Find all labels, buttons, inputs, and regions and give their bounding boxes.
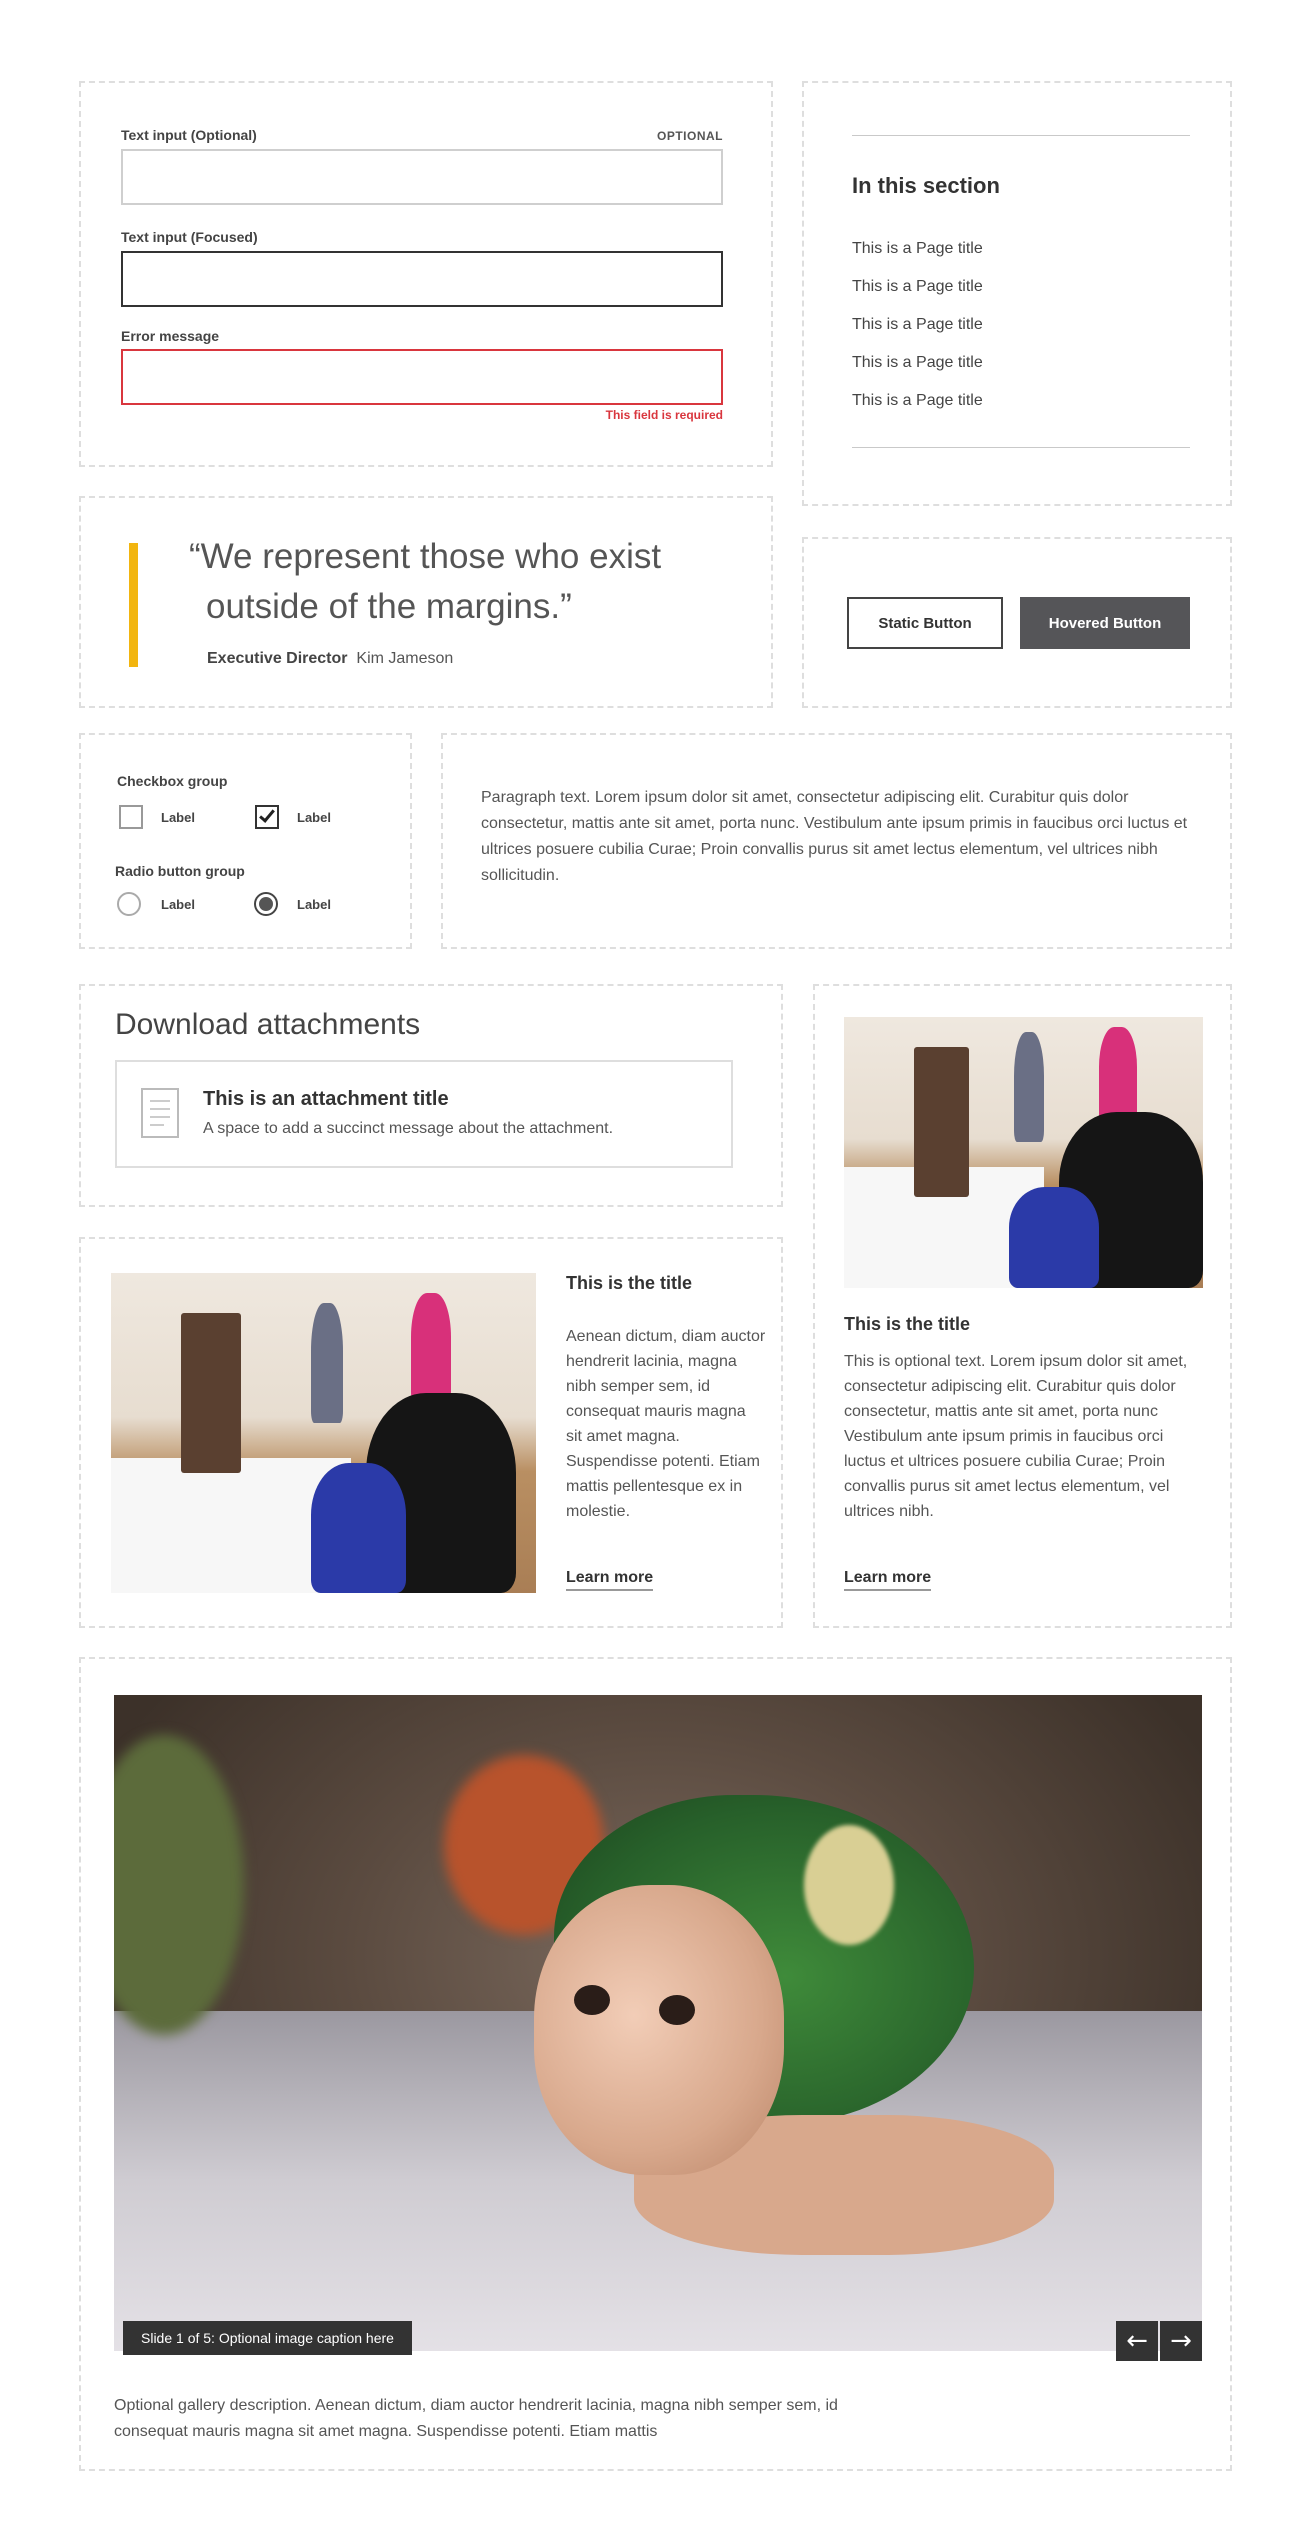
checkbox-group-title: Checkbox group [117, 773, 228, 789]
gallery-description: Optional gallery description. Aenean dic… [114, 2397, 838, 2440]
section-nav-link[interactable]: This is a Page title [852, 316, 983, 334]
paragraph-card: Paragraph text. Lorem ipsum dolor sit am… [441, 733, 1232, 949]
next-slide-button[interactable]: → [1160, 2321, 1202, 2361]
gallery-photo [844, 1017, 1203, 1288]
quote-card: “We represent those who exist outside of… [79, 496, 773, 708]
checkbox-label: Label [297, 810, 331, 825]
quote-text-line-2: outside of the margins.” [206, 587, 572, 626]
checkmark-icon [259, 806, 275, 823]
optional-tag: OPTIONAL [657, 129, 723, 143]
optional-text-input[interactable] [121, 149, 723, 205]
arrow-right-icon: → [1170, 2326, 1192, 2356]
learn-more-link[interactable]: Learn more [844, 1569, 932, 1591]
attachment-item[interactable]: This is an attachment title A space to a… [115, 1060, 733, 1168]
focused-input-label: Text input (Focused) [121, 229, 258, 245]
focused-input-label-row: Text input (Focused) [121, 229, 723, 245]
learn-more-link[interactable]: Learn more [566, 1569, 654, 1591]
download-title: Download attachments [115, 1008, 421, 1041]
gallery-card: Slide 1 of 5: Optional image caption her… [79, 1657, 1232, 2471]
arrow-left-icon: ← [1126, 2326, 1148, 2356]
section-nav-link[interactable]: This is a Page title [852, 240, 983, 258]
radio-label: Label [297, 897, 331, 912]
content-card-horizontal: This is the title Aenean dictum, diam au… [79, 1237, 783, 1628]
card-title: This is the title [844, 1314, 971, 1334]
quote-attribution: Executive Director Kim Jameson [207, 650, 453, 668]
optional-input-label: Text input (Optional) [121, 127, 257, 143]
radio-selected[interactable] [254, 892, 278, 916]
form-card: Text input (Optional) OPTIONAL Text inpu… [79, 81, 773, 467]
download-card: Download attachments This is an attachme… [79, 984, 783, 1207]
gallery-photo [111, 1273, 536, 1593]
quote-role: Executive Director [207, 650, 348, 667]
optional-input-label-row: Text input (Optional) OPTIONAL [121, 127, 723, 143]
checkbox-unchecked[interactable] [119, 805, 143, 829]
quote-author: Kim Jameson [356, 650, 454, 667]
checkbox-checked[interactable] [255, 805, 279, 829]
radio-group-title: Radio button group [115, 863, 245, 879]
slide-caption: Slide 1 of 5: Optional image caption her… [123, 2321, 412, 2355]
checkbox-label: Label [161, 810, 195, 825]
static-button[interactable]: Static Button [847, 597, 1003, 649]
error-input-label: Error message [121, 328, 220, 344]
document-icon [141, 1088, 179, 1138]
card-text: Aenean dictum, diam auctor hendrerit lac… [566, 1328, 766, 1520]
paragraph-text: Paragraph text. Lorem ipsum dolor sit am… [481, 789, 1188, 884]
radio-dot-icon [259, 897, 273, 911]
quote-accent-bar [129, 543, 138, 667]
error-message: This field is required [605, 408, 723, 422]
card-title: This is the title [566, 1273, 693, 1293]
section-nav-link[interactable]: This is a Page title [852, 354, 983, 372]
radio-unselected[interactable] [117, 892, 141, 916]
error-text-input[interactable] [121, 349, 723, 405]
attachment-description: A space to add a succinct message about … [203, 1120, 614, 1137]
quote-text-line-1: “We represent those who exist [189, 537, 662, 576]
attachment-title: This is an attachment title [203, 1088, 449, 1110]
section-bottom-divider [852, 447, 1190, 448]
section-nav-link[interactable]: This is a Page title [852, 392, 983, 410]
error-input-label-row: Error message [121, 328, 723, 344]
content-card-vertical: This is the title This is optional text.… [813, 984, 1232, 1628]
card-text: This is optional text. Lorem ipsum dolor… [844, 1353, 1188, 1520]
section-top-divider [852, 135, 1190, 136]
section-nav-card: In this section This is a Page title Thi… [802, 81, 1232, 506]
focused-text-input[interactable] [121, 251, 723, 307]
gallery-slide-image [114, 1695, 1202, 2351]
selection-controls-card: Checkbox group Label Label Radio button … [79, 733, 412, 949]
section-nav-link[interactable]: This is a Page title [852, 278, 983, 296]
hovered-button[interactable]: Hovered Button [1020, 597, 1190, 649]
section-nav-title: In this section [852, 173, 1000, 198]
previous-slide-button[interactable]: ← [1116, 2321, 1158, 2361]
buttons-card: Static Button Hovered Button [802, 537, 1232, 708]
radio-label: Label [161, 897, 195, 912]
